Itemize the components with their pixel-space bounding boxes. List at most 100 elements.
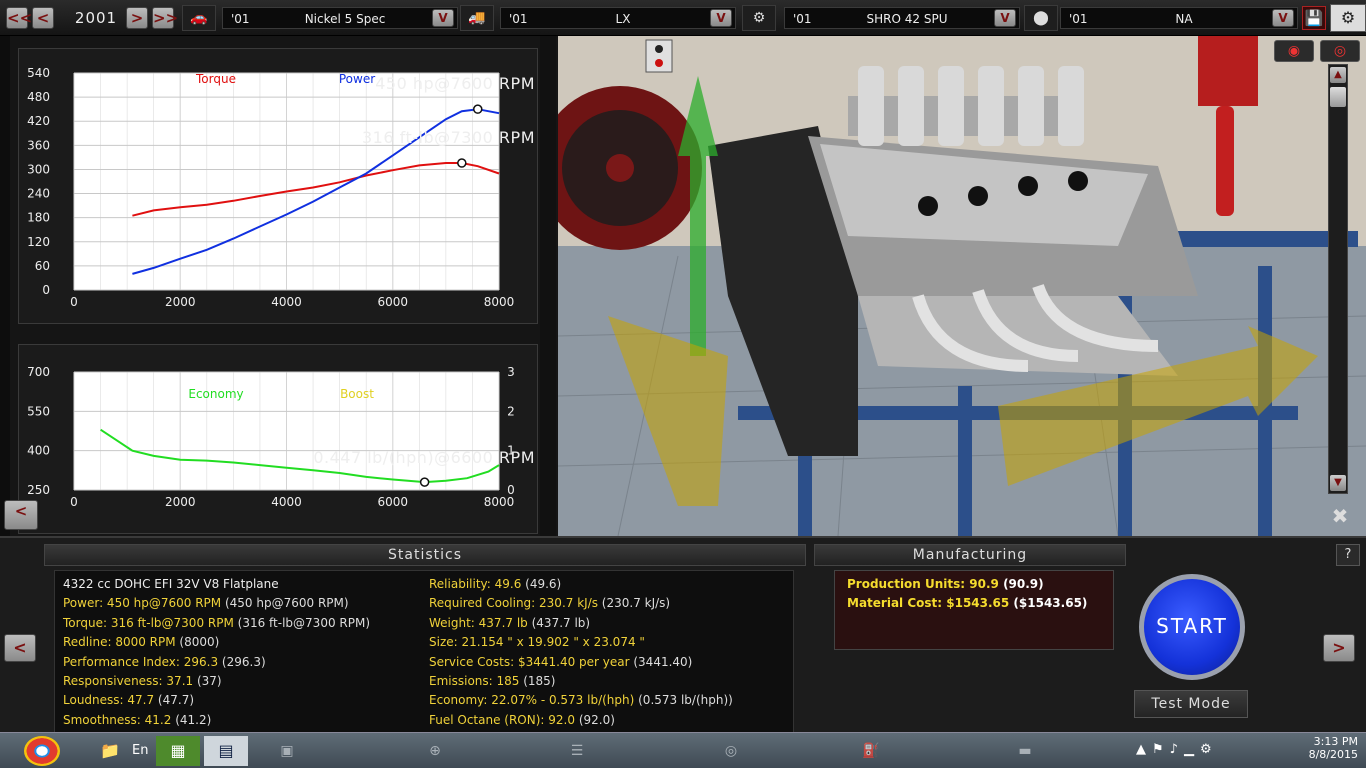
right-stat-line: Fuel Octane (RON): 92.0 (92.0): [429, 713, 733, 732]
left-stat-line: Torque: 316 ft-lb@7300 RPM (316 ft-lb@73…: [63, 616, 370, 635]
eye-icon[interactable]: ◎: [1320, 40, 1360, 62]
right-stat-value: Emissions: 185: [429, 673, 520, 688]
right-stat-previous: (3441.40): [629, 654, 693, 669]
scroll-down-button[interactable]: ▼: [1330, 475, 1346, 491]
engine-block-icon[interactable]: ⚙: [742, 5, 776, 31]
system-tray-icons[interactable]: ▲⚑♪▁⚙: [1136, 742, 1218, 757]
start-button[interactable]: START: [1139, 574, 1245, 680]
left-stat-value: Responsiveness: 37.1: [63, 673, 194, 688]
y-tick-label: 360: [27, 138, 50, 152]
left-stat-previous: (296.3): [218, 654, 266, 669]
left-stat-previous: (47.7): [154, 693, 195, 708]
charts-back-button[interactable]: <: [4, 500, 38, 530]
trim-selector[interactable]: '01 LX V: [500, 7, 736, 29]
y-tick-label: 540: [27, 66, 50, 80]
stage-fuel-icon[interactable]: ⛽: [846, 739, 896, 763]
engine-family-name: SHRO 42 SPU: [866, 12, 948, 26]
y-tick-label: 420: [27, 114, 50, 128]
torque-power-chart-svg: 0 2000 4000 6000 8000 0 60 120 180 240 300 360 420 48…: [27, 66, 535, 309]
y-tick-label: 700: [27, 365, 50, 379]
stage-crank-icon[interactable]: ⊕: [410, 739, 460, 763]
x-tick-label: 0: [70, 495, 78, 509]
clock[interactable]: 3:13 PM 8/8/2015: [1268, 735, 1358, 761]
prev-page-button[interactable]: <: [4, 634, 36, 662]
x-tick-label: 8000: [484, 295, 515, 309]
right-stat-value: Size: 21.154 " x 19.902 " x 23.074 ": [429, 635, 645, 650]
manufacturing-panel: Production Units: 90.9 (90.9) Material Co…: [834, 570, 1114, 650]
piston-icon[interactable]: ⬤: [1024, 5, 1058, 31]
truck-icon[interactable]: 🚚: [460, 5, 494, 31]
left-stat-value: Power: 450 hp@7600 RPM: [63, 596, 222, 611]
y-tick-label: 480: [27, 90, 50, 104]
explorer-icon[interactable]: 📁: [88, 736, 132, 766]
engine-variant-name: NA: [1175, 12, 1193, 26]
stage-turbo-icon[interactable]: ◎: [706, 739, 756, 763]
mfg-stat-value: Material Cost: $1543.65: [847, 596, 1010, 610]
left-stat-previous: (41.2): [171, 712, 212, 727]
next-year-fast-button[interactable]: >>: [152, 7, 178, 29]
engine-variant-dropdown-button[interactable]: V: [1272, 9, 1294, 27]
scroll-thumb[interactable]: [1330, 87, 1346, 107]
legend-power: Power: [339, 72, 375, 86]
stage-head-icon[interactable]: ☰: [552, 739, 602, 763]
y-tick-label: 120: [27, 235, 50, 249]
right-stat-line: Required Cooling: 230.7 kJ/s (230.7 kJ/s…: [429, 596, 733, 615]
engine-family-selector[interactable]: '01 SHRO 42 SPU V: [784, 7, 1020, 29]
statistics-right-column: Reliability: 49.6 (49.6) Required Cooling…: [429, 577, 733, 732]
y-tick-label: 180: [27, 211, 50, 225]
engine-3d-view[interactable]: ◉ ◎ ▲ ▼ ✖: [558, 36, 1366, 536]
car-icon[interactable]: 🚗: [182, 5, 216, 31]
peak-marker: [419, 477, 430, 487]
scroll-up-button[interactable]: ▲: [1330, 67, 1346, 83]
camera-icon[interactable]: ◉: [1274, 40, 1314, 62]
left-stat-line: Redline: 8000 RPM (8000): [63, 635, 370, 654]
right-stat-previous: (437.7 lb): [527, 615, 591, 630]
right-stat-previous: (230.7 kJ/s): [597, 596, 671, 611]
stage-block-icon[interactable]: ▣: [262, 739, 312, 763]
statistics-left-column: 4322 cc DOHC EFI 32V V8 Flatplane Power:…: [63, 577, 370, 732]
mfg-stat-value: Production Units: 90.9: [847, 577, 999, 591]
engine-family-dropdown-button[interactable]: V: [994, 9, 1016, 27]
test-mode-button[interactable]: Test Mode: [1134, 690, 1248, 718]
help-button[interactable]: ?: [1336, 544, 1360, 566]
chrome-icon[interactable]: [24, 736, 60, 766]
right-stat-line: Emissions: 185 (185): [429, 674, 733, 693]
right-stat-previous: (92.0): [575, 712, 615, 727]
x-tick-label: 4000: [271, 295, 302, 309]
axes-toggle-icon[interactable]: ✖: [1322, 502, 1358, 530]
left-stat-value: Redline: 8000 RPM: [63, 635, 176, 650]
right-stat-value: Economy: 22.07% - 0.573 lb/(hph): [429, 693, 635, 708]
peak-annotation: 450 hp@7600 RPM: [375, 74, 535, 93]
prev-year-fast-button[interactable]: <<: [6, 7, 32, 29]
y-right-tick-label: 3: [507, 365, 515, 379]
legend-economy: Economy: [188, 387, 243, 401]
x-tick-label: 2000: [165, 495, 196, 509]
model-selector[interactable]: '01 Nickel 5 Spec V: [222, 7, 458, 29]
game-window-icon[interactable]: ▤: [204, 736, 248, 766]
right-stat-value: Required Cooling: 230.7 kJ/s: [429, 596, 598, 611]
statistics-header: Statistics: [44, 544, 806, 566]
minecraft-icon[interactable]: ▦: [156, 736, 200, 766]
view-scrollbar[interactable]: ▲ ▼: [1328, 64, 1348, 494]
model-dropdown-button[interactable]: V: [432, 9, 454, 27]
left-stat-value: Smoothness: 41.2: [63, 712, 172, 727]
stage-exhaust-icon[interactable]: ▬: [1000, 739, 1050, 763]
prev-year-button[interactable]: <: [32, 7, 54, 29]
trim-dropdown-button[interactable]: V: [710, 9, 732, 27]
engine-icon[interactable]: ⚙: [1330, 4, 1366, 32]
left-stat-previous: (450 hp@7600 RPM): [221, 596, 349, 611]
manufacturing-header: Manufacturing: [814, 544, 1126, 566]
economy-boost-chart-svg: 0 2000 4000 6000 80002504005507000123Economy…: [27, 365, 534, 509]
next-year-button[interactable]: >: [126, 7, 148, 29]
trim-name: LX: [615, 12, 631, 26]
model-name: Nickel 5 Spec: [304, 12, 386, 26]
right-stat-value: Reliability: 49.6: [429, 577, 522, 591]
x-tick-label: 2000: [165, 295, 196, 309]
left-stat-value: Performance Index: 296.3: [63, 654, 219, 669]
next-page-button[interactable]: >: [1323, 634, 1355, 662]
legend-torque: Torque: [195, 72, 236, 86]
engine-variant-selector[interactable]: '01 NA V: [1060, 7, 1298, 29]
trim-year: '01: [509, 12, 528, 26]
clock-time: 3:13 PM: [1313, 735, 1358, 748]
save-icon[interactable]: 💾: [1302, 6, 1326, 30]
